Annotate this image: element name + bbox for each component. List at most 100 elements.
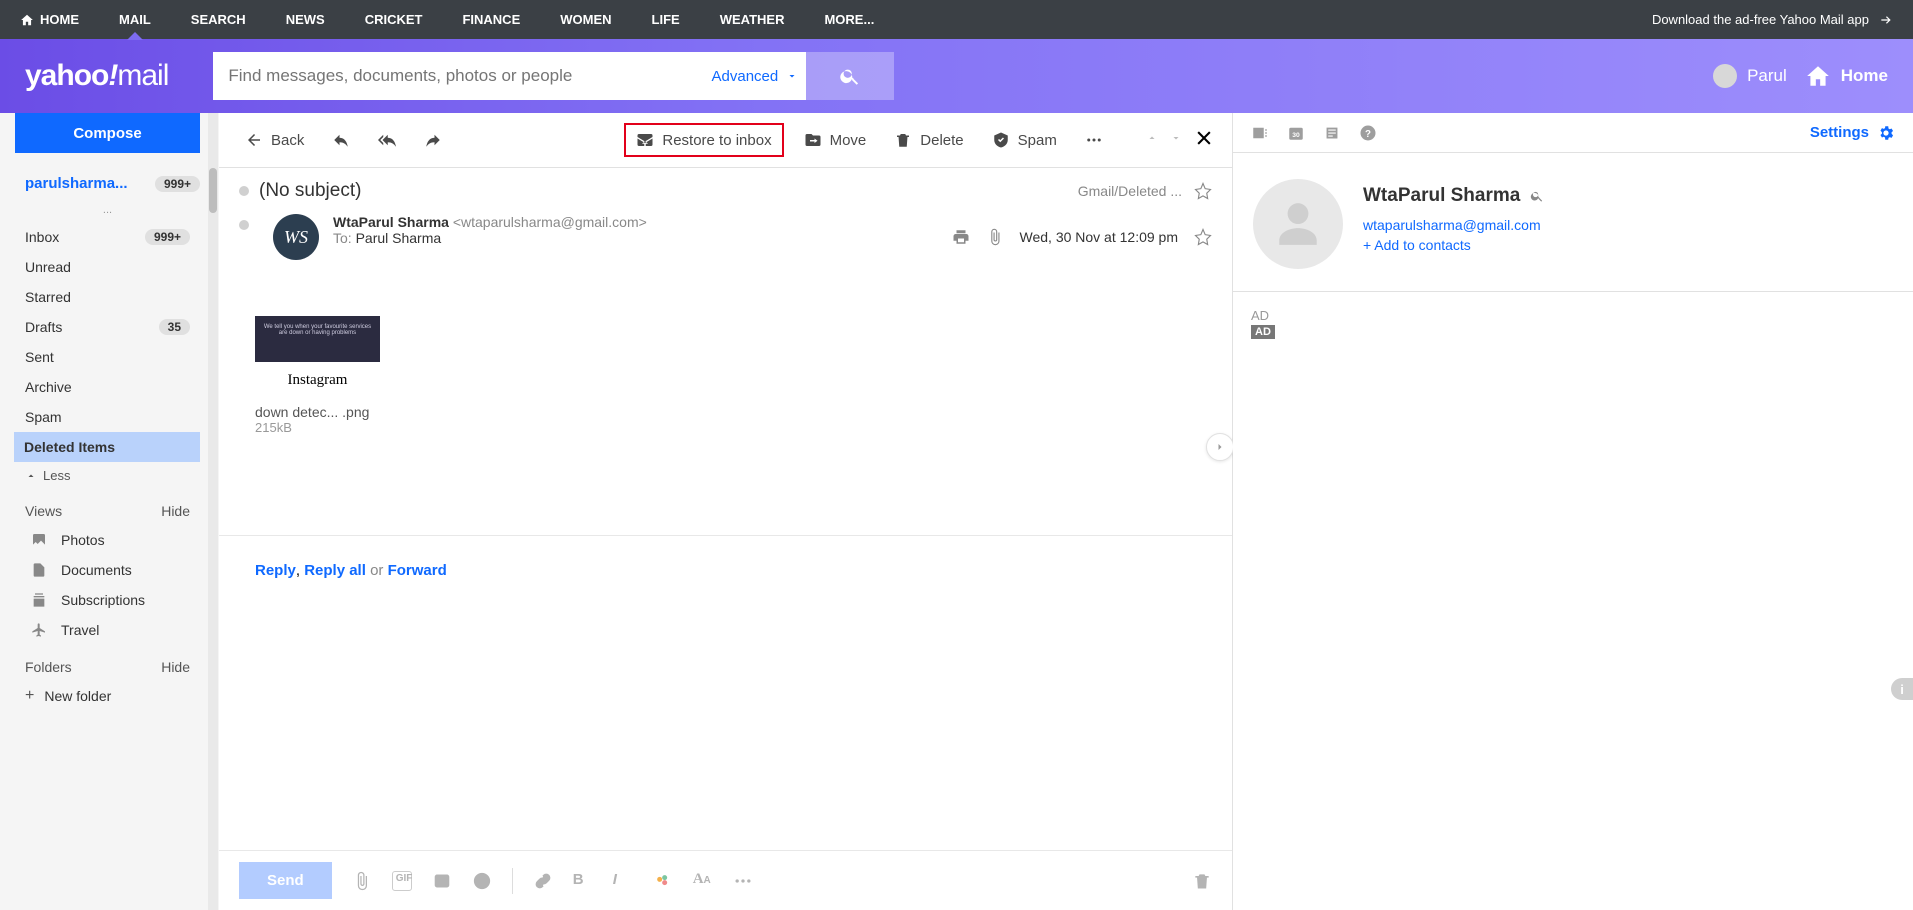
chevron-down-icon [786, 70, 798, 82]
next-message[interactable] [1170, 131, 1182, 149]
view-photos[interactable]: Photos [15, 525, 200, 555]
topnav-weather[interactable]: WEATHER [700, 0, 805, 39]
topnav-download-app[interactable]: Download the ad-free Yahoo Mail app [1652, 12, 1913, 27]
card-icon[interactable] [432, 871, 452, 891]
folder-archive[interactable]: Archive [15, 372, 200, 402]
contact-avatar [1253, 179, 1343, 269]
svg-text:30: 30 [1292, 131, 1300, 138]
message-pane: Back Restore to inbox Move Delete Spam [219, 113, 1233, 910]
sidebar-scrollbar[interactable] [208, 113, 218, 910]
more-menu[interactable] [1077, 125, 1111, 155]
move-icon [804, 131, 822, 149]
contacts-icon[interactable] [1251, 124, 1269, 142]
folder-deleted-items[interactable]: Deleted Items [14, 432, 200, 462]
bold-icon[interactable]: B [573, 871, 593, 891]
chevron-right-icon [1214, 441, 1226, 453]
view-travel[interactable]: Travel [15, 615, 200, 645]
subscriptions-icon [31, 592, 47, 608]
folder-starred[interactable]: Starred [15, 282, 200, 312]
notes-icon[interactable] [1323, 124, 1341, 142]
topnav-news[interactable]: NEWS [266, 0, 345, 39]
search-button[interactable] [806, 52, 894, 100]
search-icon[interactable] [1530, 189, 1544, 203]
topnav-women[interactable]: WOMEN [540, 0, 631, 39]
move-button[interactable]: Move [796, 125, 875, 155]
views-hide[interactable]: Hide [161, 503, 190, 519]
link-icon[interactable] [533, 871, 553, 891]
add-to-contacts[interactable]: + Add to contacts [1363, 237, 1544, 253]
star-toggle[interactable] [1194, 182, 1212, 200]
folder-spam[interactable]: Spam [15, 402, 200, 432]
user-profile[interactable]: Parul [1713, 64, 1787, 88]
topnav-mail[interactable]: MAIL [99, 0, 171, 39]
attachment-name: down detec... .png [255, 404, 395, 420]
forward-button[interactable] [416, 125, 450, 155]
attachment-icon[interactable] [986, 228, 1004, 246]
message-toolbar: Back Restore to inbox Move Delete Spam [219, 113, 1232, 168]
color-icon[interactable] [653, 871, 673, 891]
font-size-icon[interactable]: AA [693, 871, 713, 891]
spam-button[interactable]: Spam [984, 125, 1065, 155]
subject-row: (No subject) Gmail/Deleted ... [219, 168, 1232, 214]
home-link[interactable]: Home [1805, 63, 1888, 89]
topnav-cricket[interactable]: CRICKET [345, 0, 443, 39]
attachment-tile[interactable]: We tell you when your favourite services… [255, 316, 395, 435]
search-input[interactable] [213, 52, 703, 100]
back-button[interactable]: Back [237, 125, 312, 155]
less-toggle[interactable]: Less [15, 462, 200, 489]
folder-sent[interactable]: Sent [15, 342, 200, 372]
attachment-size: 215kB [255, 420, 395, 435]
emoji-icon[interactable] [472, 871, 492, 891]
folder-unread[interactable]: Unread [15, 252, 200, 282]
send-button[interactable]: Send [239, 862, 332, 899]
reply-button[interactable] [324, 125, 358, 155]
help-icon[interactable]: ? [1359, 124, 1377, 142]
compose-button[interactable]: Compose [15, 113, 200, 153]
topnav-finance[interactable]: FINANCE [442, 0, 540, 39]
topnav-life[interactable]: LIFE [632, 0, 700, 39]
new-folder[interactable]: + New folder [15, 681, 200, 711]
advanced-search[interactable]: Advanced [703, 52, 806, 100]
subject-text: (No subject) [259, 180, 361, 202]
topnav-more[interactable]: MORE... [804, 0, 894, 39]
star-toggle[interactable] [1194, 228, 1212, 246]
settings-link[interactable]: Settings [1810, 124, 1895, 142]
calendar-icon[interactable]: 30 [1287, 124, 1305, 142]
gif-icon[interactable]: GIF [392, 871, 412, 891]
folder-inbox[interactable]: Inbox999+ [15, 222, 200, 252]
folder-drafts[interactable]: Drafts35 [15, 312, 200, 342]
close-icon [1194, 128, 1214, 148]
attach-icon[interactable] [352, 871, 372, 891]
account-row[interactable]: parulsharma... 999+ [15, 171, 200, 204]
print-icon[interactable] [952, 228, 970, 246]
restore-icon [636, 131, 654, 149]
contact-email[interactable]: wtaparulsharma@gmail.com [1363, 217, 1544, 233]
discard-icon[interactable] [1192, 871, 1212, 891]
view-subscriptions[interactable]: Subscriptions [15, 585, 200, 615]
delete-button[interactable]: Delete [886, 125, 971, 155]
topnav-search[interactable]: SEARCH [171, 0, 266, 39]
reply-link[interactable]: Reply [255, 562, 296, 579]
documents-icon [31, 562, 47, 578]
forward-link[interactable]: Forward [388, 562, 447, 579]
info-bubble[interactable]: i [1891, 678, 1913, 700]
message-date: Wed, 30 Nov at 12:09 pm [1020, 229, 1179, 245]
ad-label: AD [1251, 308, 1895, 323]
travel-icon [31, 622, 47, 638]
view-documents[interactable]: Documents [15, 555, 200, 585]
italic-icon[interactable]: I [613, 871, 633, 891]
reply-all-link[interactable]: Reply all [304, 562, 366, 579]
yahoo-mail-logo[interactable]: yahoo!mail [25, 59, 168, 93]
folder-label: Gmail/Deleted ... [1078, 183, 1182, 199]
triangle-up-icon [1146, 132, 1158, 144]
avatar-icon [1713, 64, 1737, 88]
close-button[interactable] [1194, 128, 1214, 153]
to-line: To: Parul Sharma [333, 230, 647, 246]
reply-all-button[interactable] [370, 125, 404, 155]
folders-hide[interactable]: Hide [161, 659, 190, 675]
next-panel-button[interactable] [1206, 433, 1234, 461]
topnav-home[interactable]: HOME [0, 0, 99, 39]
more-format-icon[interactable] [733, 871, 753, 891]
restore-to-inbox-button[interactable]: Restore to inbox [624, 123, 783, 157]
prev-message[interactable] [1146, 131, 1158, 149]
